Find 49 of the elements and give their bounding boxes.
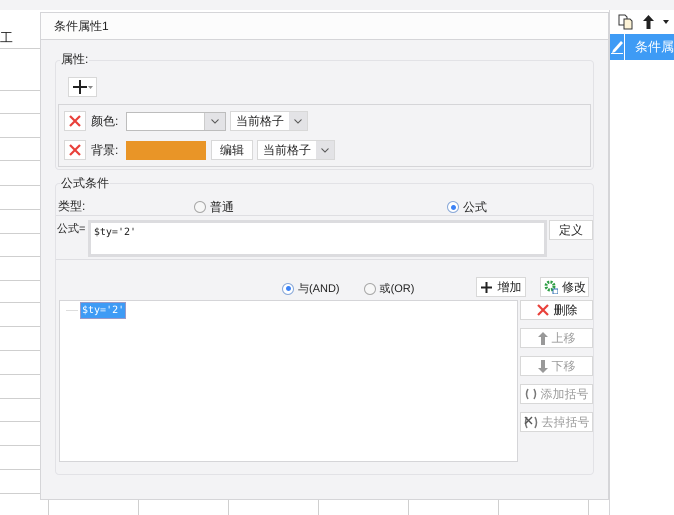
arrow-up-icon [538,332,548,344]
action-button[interactable]: 删除 [520,300,593,320]
radio-label: 与(AND) [298,282,340,296]
group-label: 属性: [60,53,90,65]
parentheses-cross-icon [524,416,538,428]
field-label: 公式= [57,222,86,237]
edit-button[interactable]: 编辑 [211,140,253,160]
radio-label: 或(OR) [380,282,414,296]
close-icon [68,114,82,128]
chevron-down-icon [321,148,329,152]
arrow-down-icon [538,360,548,372]
scope-dropdown[interactable]: 当前格子 [257,140,335,160]
field-label: 类型: [58,198,86,215]
scope-dropdown[interactable]: 当前格子 [230,111,308,131]
field-label: 颜色: [91,113,120,130]
chevron-down-icon [211,118,219,124]
arrow-up-icon [643,15,654,29]
formula-field[interactable]: $ty='2' [88,220,548,257]
radio-button[interactable] [282,282,294,295]
color-swatch[interactable] [126,140,206,160]
list-item-text: 条件属 [634,38,674,56]
color-picker[interactable] [126,112,226,130]
radio-label: 公式 [463,199,487,216]
radio-label: 普通 [210,199,234,216]
window-title: 条件属性1 [54,18,109,35]
gear-icon [544,280,558,294]
close-icon [68,143,82,157]
plus-icon [72,80,86,94]
group-label: 公式条件 [60,177,110,189]
remove-button[interactable] [64,111,86,131]
define-button[interactable]: 定义 [549,220,593,240]
plus-icon [481,282,492,292]
radio-button[interactable] [364,282,376,295]
modify-button[interactable]: 修改 [540,277,590,297]
dropdown-value: 当前格子 [235,113,285,130]
chevron-down-icon [294,118,302,124]
add-button[interactable]: 增加 [476,277,526,297]
close-icon [536,303,550,317]
cell-text: 工 [0,31,13,44]
caret-icon [88,86,92,88]
parentheses-icon [524,388,536,400]
dropdown-value: 当前格子 [262,142,312,159]
arrow-down-icon [663,20,669,24]
radio-button[interactable] [447,201,459,213]
radio-button[interactable] [194,201,206,213]
add-button[interactable] [68,77,97,97]
copy-icon [618,14,634,30]
remove-button[interactable] [64,140,86,160]
field-label: 背景: [91,142,120,159]
